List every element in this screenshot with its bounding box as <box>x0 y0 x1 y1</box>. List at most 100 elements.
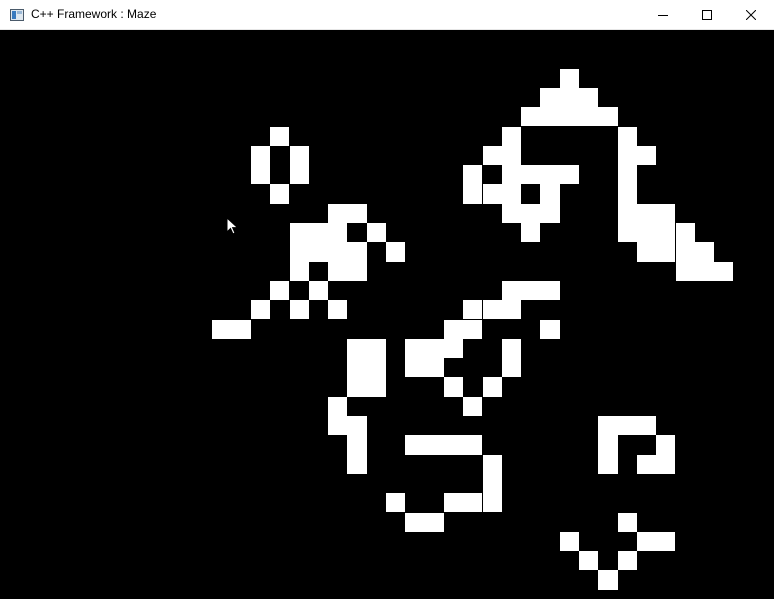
maze-cell <box>579 87 599 108</box>
maze-cell <box>289 242 309 262</box>
maze-cell <box>328 300 348 320</box>
maze-cell <box>463 184 483 204</box>
maze-cell <box>694 242 715 262</box>
maze-cell <box>386 242 406 262</box>
close-button[interactable] <box>728 0 774 30</box>
maze-cell <box>521 223 541 243</box>
maze-cell <box>501 165 522 185</box>
maze-cell <box>617 126 637 146</box>
maze-cell <box>328 416 348 436</box>
maze-cell <box>347 416 367 436</box>
maze-cell <box>559 107 579 127</box>
maze-cell <box>656 223 676 243</box>
maze-cell <box>405 435 425 455</box>
maze-cell <box>424 358 444 378</box>
maximize-button[interactable] <box>684 0 730 30</box>
maze-cell <box>463 396 483 416</box>
maze-cell <box>675 223 695 243</box>
maze-cell <box>463 319 483 339</box>
maze-cell <box>617 145 637 166</box>
close-icon <box>746 10 756 20</box>
maze-cell <box>424 512 444 532</box>
maze-cell <box>540 107 560 127</box>
maze-cell <box>501 145 522 166</box>
maze-cell <box>482 300 502 320</box>
maze-cell <box>598 435 618 455</box>
maze-cell <box>270 280 290 301</box>
maze-cell <box>559 87 579 108</box>
maze-cell <box>559 165 579 185</box>
maze-cell <box>463 300 483 320</box>
maze-cell <box>231 319 251 339</box>
maze-cell <box>289 300 309 320</box>
maze-cell <box>579 551 599 571</box>
maze-cell <box>250 145 271 166</box>
maze-cell <box>636 416 657 436</box>
maze-cell <box>636 454 657 474</box>
maze-cell <box>482 473 502 494</box>
maze-cell <box>443 377 464 397</box>
maze-cell <box>617 165 637 185</box>
maze-cell <box>521 280 541 301</box>
maze-cell <box>250 165 271 185</box>
maze-cell <box>289 223 309 243</box>
maze-cell <box>656 435 676 455</box>
maze-cell <box>521 203 541 223</box>
maze-cell <box>443 338 464 359</box>
maze-cell <box>289 165 309 185</box>
maze-cell <box>598 570 618 590</box>
maze-cell <box>501 300 522 320</box>
maze-cell <box>366 338 386 359</box>
maze-cell <box>636 145 657 166</box>
maze-cell <box>636 242 657 262</box>
maze-cell <box>405 358 425 378</box>
maze-cell <box>482 377 502 397</box>
maze-cell <box>443 319 464 339</box>
maze-cell <box>598 454 618 474</box>
maze-cell <box>308 280 329 301</box>
maze-cell <box>463 165 483 185</box>
maze-cell <box>347 358 367 378</box>
maze-cell <box>328 203 348 223</box>
maze-cell <box>656 242 676 262</box>
maze-cell <box>714 261 734 281</box>
maze-cell <box>540 184 560 204</box>
maze-cell <box>328 261 348 281</box>
maze-cell <box>501 184 522 204</box>
title-bar[interactable]: C++ Framework : Maze <box>0 0 774 30</box>
maze-cell <box>405 512 425 532</box>
maze-cell <box>424 435 444 455</box>
minimize-button[interactable] <box>640 0 686 30</box>
maze-canvas[interactable] <box>0 30 774 599</box>
maze-cell <box>598 107 618 127</box>
maze-cell <box>656 454 676 474</box>
maze-cell <box>212 319 232 339</box>
maze-cell <box>636 531 657 552</box>
maze-cell <box>617 223 637 243</box>
maze-cell <box>501 338 522 359</box>
maze-cell <box>540 319 560 339</box>
maximize-icon <box>702 10 712 20</box>
maze-cell <box>482 493 502 513</box>
maze-cell <box>559 531 579 552</box>
maze-cell <box>540 165 560 185</box>
maze-cell <box>656 531 676 552</box>
maze-cell <box>347 338 367 359</box>
maze-cell <box>424 338 444 359</box>
maze-cell <box>250 300 271 320</box>
minimize-icon <box>658 10 668 20</box>
app-window: C++ Framework : Maze <box>0 0 774 599</box>
maze-cell <box>366 377 386 397</box>
maze-cell <box>347 435 367 455</box>
maze-cell <box>463 493 483 513</box>
maze-cell <box>463 435 483 455</box>
maze-cell <box>617 203 637 223</box>
maze-cell <box>405 338 425 359</box>
maze-cell <box>521 107 541 127</box>
maze-cell <box>521 165 541 185</box>
maze-cell <box>308 242 329 262</box>
maze-cell <box>443 493 464 513</box>
maze-cell <box>501 358 522 378</box>
maze-cell <box>270 184 290 204</box>
maze-cell <box>675 242 695 262</box>
